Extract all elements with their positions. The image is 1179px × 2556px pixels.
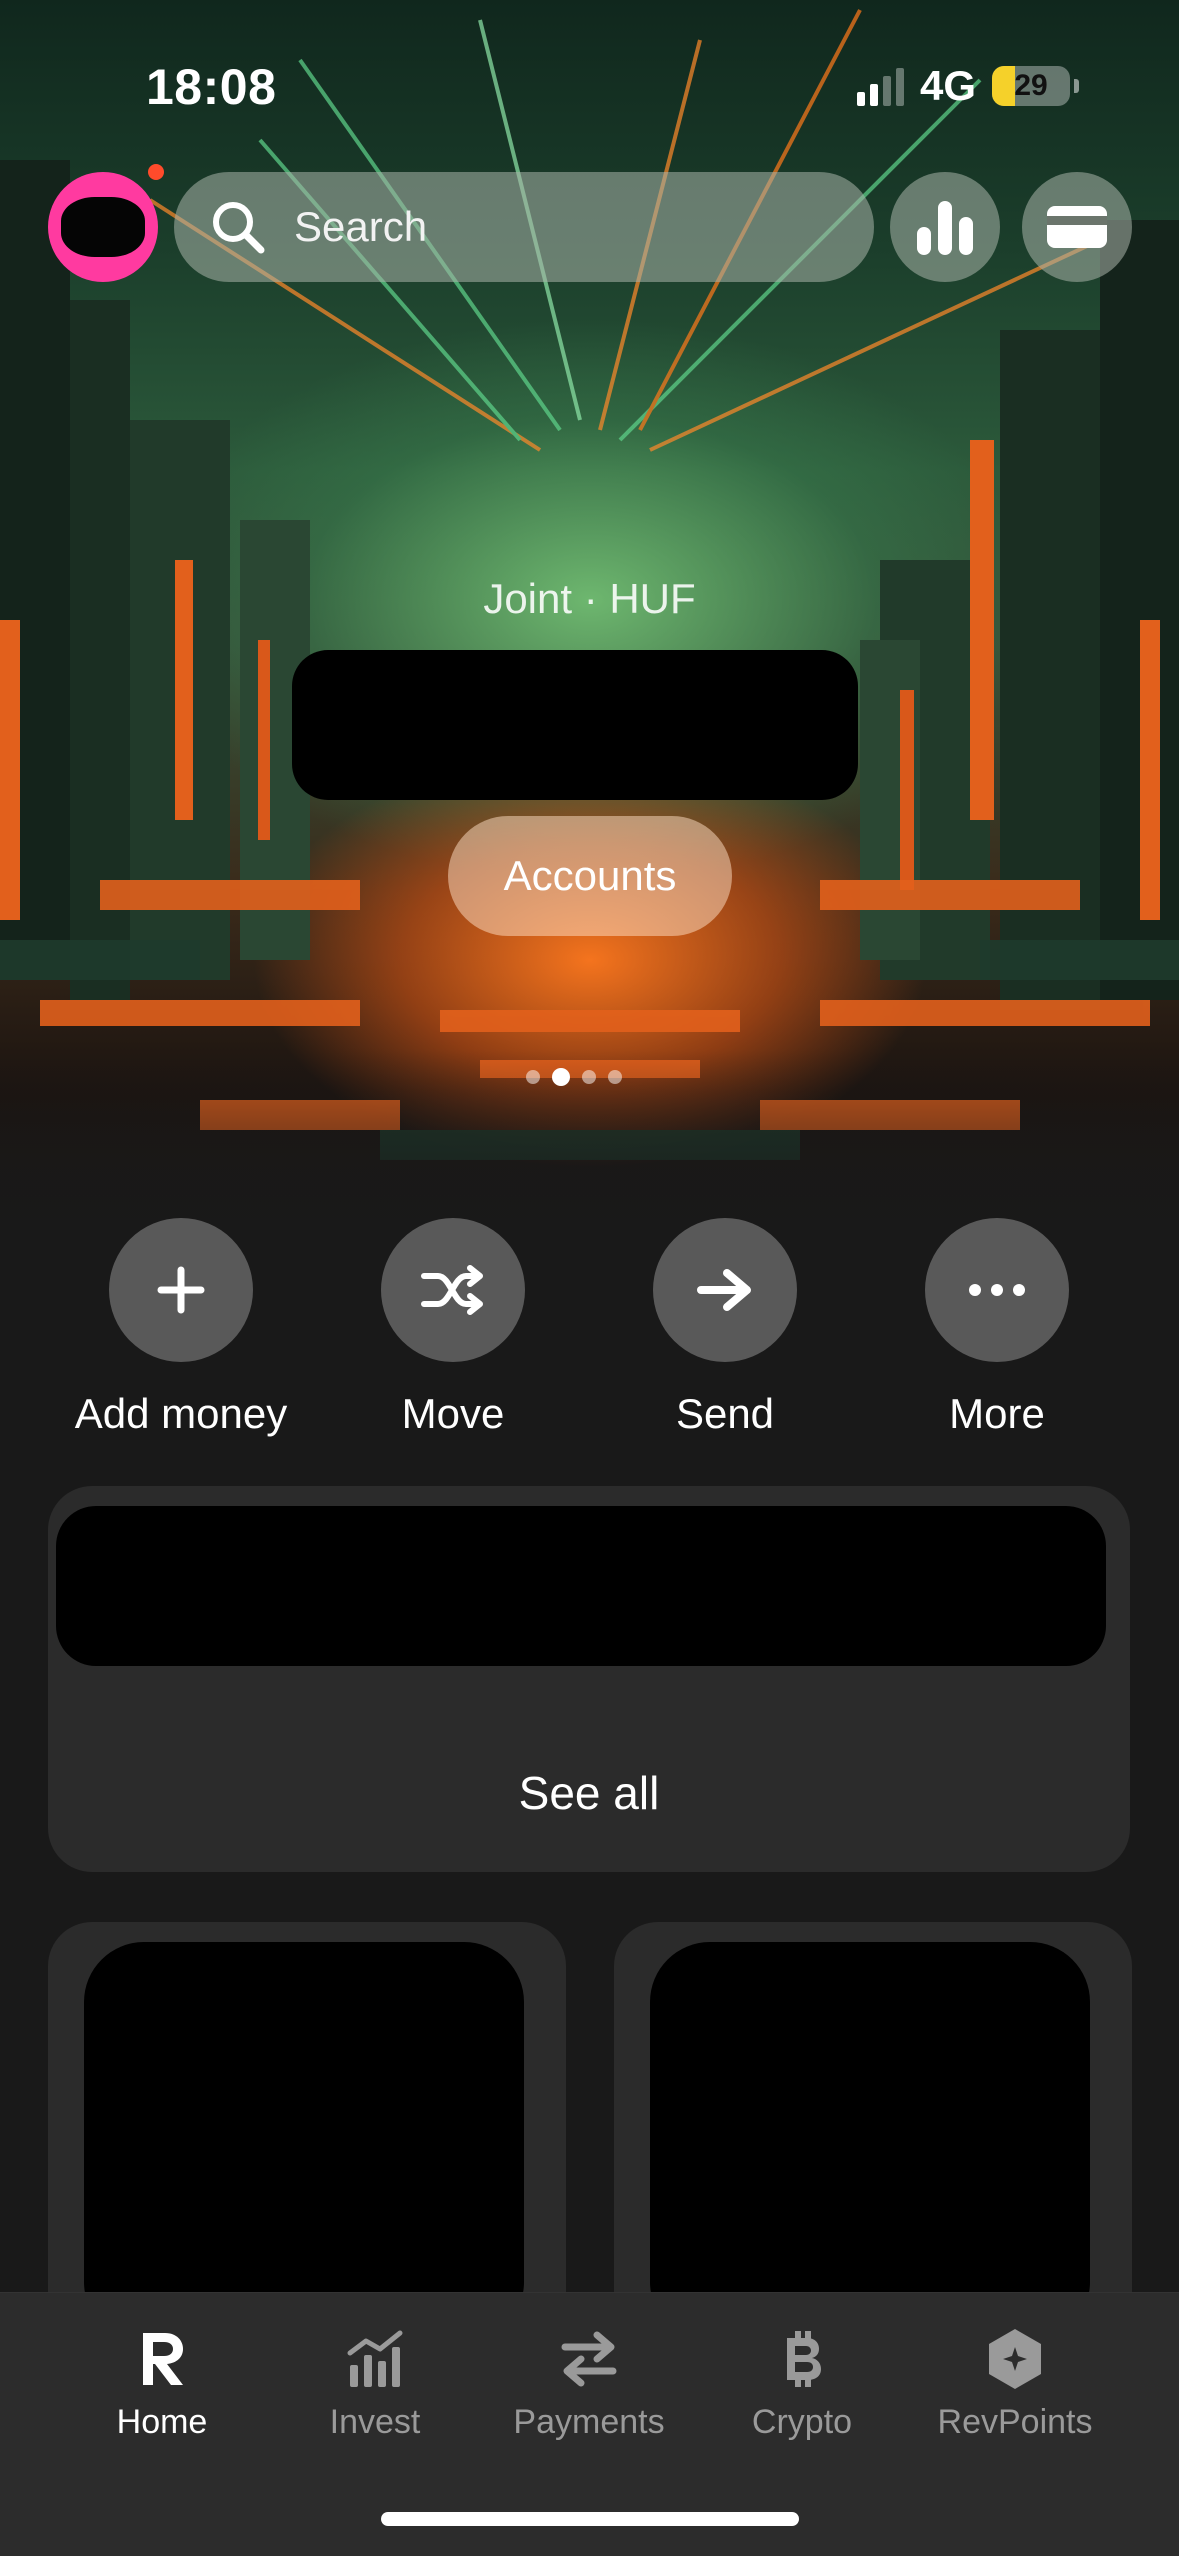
more-button[interactable]	[925, 1218, 1069, 1362]
tab-home[interactable]: Home	[52, 2323, 272, 2442]
see-all-link[interactable]: See all	[48, 1766, 1130, 1820]
widget-redacted	[84, 1942, 524, 2342]
revolut-r-icon	[143, 2333, 183, 2385]
arrow-right-icon	[697, 1269, 751, 1311]
cards-button[interactable]	[1022, 172, 1132, 282]
add-money-button[interactable]	[109, 1218, 253, 1362]
page-dot-active	[552, 1068, 570, 1086]
add-money-action[interactable]: Add money	[41, 1218, 321, 1438]
battery-level: 29	[1014, 69, 1048, 102]
transactions-card[interactable]: See all	[48, 1486, 1130, 1872]
page-dot	[526, 1070, 540, 1084]
notification-dot	[148, 164, 164, 180]
plus-icon	[157, 1266, 205, 1314]
search-bar[interactable]	[174, 172, 874, 282]
transactions-redacted	[56, 1506, 1106, 1666]
avatar-redacted	[61, 197, 145, 257]
tab-crypto-label: Crypto	[751, 2403, 853, 2441]
more-label: More	[949, 1390, 1045, 1437]
tab-revpoints-label: RevPoints	[937, 2403, 1093, 2441]
page-dot	[582, 1070, 596, 1084]
search-icon	[213, 202, 265, 254]
balance-redacted	[292, 650, 858, 800]
accounts-button[interactable]: Accounts	[448, 816, 732, 936]
tab-revpoints[interactable]: RevPoints	[905, 2323, 1125, 2442]
send-label: Send	[675, 1390, 775, 1437]
bitcoin-icon	[787, 2331, 821, 2387]
widget-tile-left[interactable]	[48, 1922, 566, 2342]
battery-icon: 29	[992, 66, 1070, 106]
transfer-arrows-icon	[561, 2331, 617, 2387]
page-indicator[interactable]	[526, 1068, 622, 1086]
status-indicators: 4G 29	[856, 62, 1079, 110]
send-button[interactable]	[653, 1218, 797, 1362]
send-action[interactable]: Send	[585, 1218, 865, 1438]
tab-home-label: Home	[116, 2403, 208, 2441]
move-button[interactable]	[381, 1218, 525, 1362]
status-time: 18:08	[146, 59, 277, 115]
profile-avatar[interactable]	[48, 172, 158, 282]
move-action[interactable]: Move	[313, 1218, 593, 1438]
signal-icon	[856, 66, 904, 106]
tab-payments[interactable]: Payments	[479, 2323, 699, 2442]
bar-chart-icon	[917, 201, 973, 255]
tab-invest[interactable]: Invest	[265, 2323, 485, 2442]
card-icon	[1047, 206, 1107, 248]
widget-redacted	[650, 1942, 1090, 2342]
tab-payments-label: Payments	[513, 2403, 665, 2441]
network-type: 4G	[919, 62, 976, 109]
move-label: Move	[401, 1390, 505, 1437]
search-input[interactable]	[294, 203, 854, 251]
tab-crypto[interactable]: Crypto	[692, 2323, 912, 2442]
tab-invest-label: Invest	[329, 2403, 421, 2441]
more-dots-icon	[969, 1284, 1025, 1296]
home-indicator	[381, 2512, 799, 2526]
shuffle-icon	[421, 1265, 483, 1315]
page-dot	[608, 1070, 622, 1084]
widget-tile-right[interactable]	[614, 1922, 1132, 2342]
add-money-label: Add money	[74, 1390, 288, 1437]
revpoints-hexagon-icon	[989, 2329, 1041, 2389]
battery-tip	[1074, 79, 1079, 93]
more-action[interactable]: More	[857, 1218, 1137, 1438]
account-label: Joint · HUF	[483, 575, 696, 622]
invest-chart-icon	[347, 2330, 403, 2387]
analytics-button[interactable]	[890, 172, 1000, 282]
